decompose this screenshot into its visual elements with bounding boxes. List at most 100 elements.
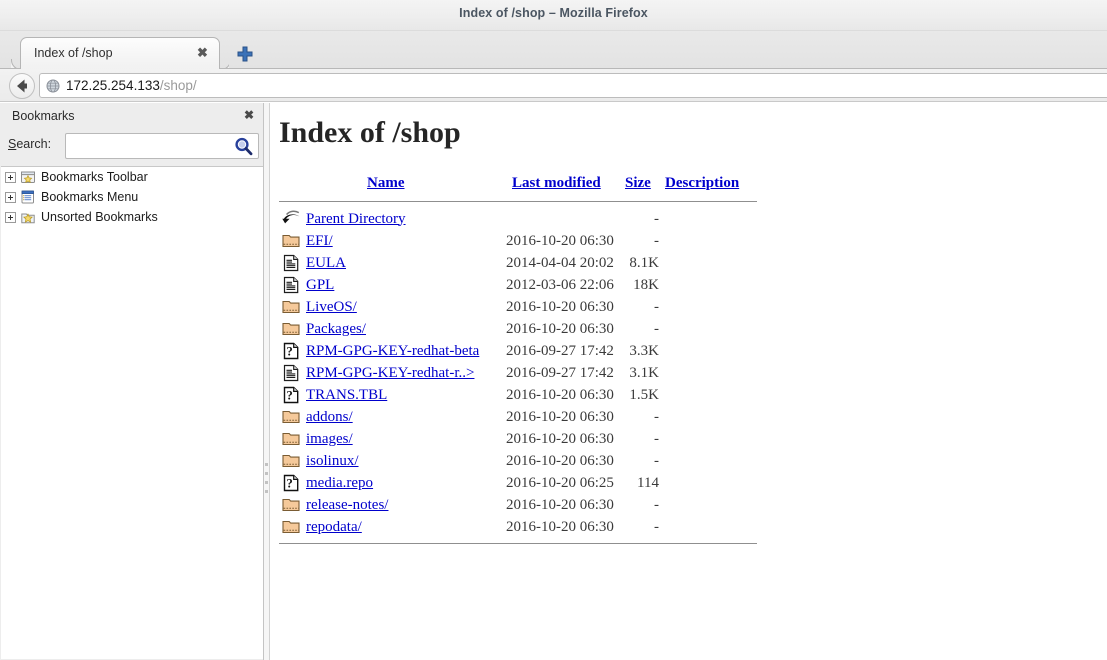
table-row: GPL 2012-03-06 22:06 18K	[279, 274, 757, 296]
folder-icon	[281, 231, 301, 251]
file-link[interactable]: images/	[306, 431, 353, 447]
row-name-cell: EFI/	[306, 230, 506, 252]
row-size-cell: 3.1K	[629, 364, 659, 381]
folder-icon	[281, 517, 301, 537]
navigation-toolbar: 172.25.254.133/shop/	[0, 69, 1107, 102]
table-row: Parent Directory -	[279, 208, 757, 230]
row-name-cell: EULA	[306, 252, 506, 274]
sidebar-item-bookmarks-toolbar[interactable]: Bookmarks Toolbar	[1, 167, 263, 187]
table-row: addons/2016-10-20 06:30 -	[279, 406, 757, 428]
folder-icon	[281, 407, 301, 427]
sort-by-size-link[interactable]: Size	[625, 175, 651, 191]
back-arrow-icon[interactable]	[9, 73, 35, 99]
title-bar: Index of /shop – Mozilla Firefox	[0, 0, 1107, 31]
row-size-cell: 3.3K	[629, 342, 659, 359]
table-header: Name Last modified Size Description	[279, 175, 757, 208]
bookmarks-tree[interactable]: Bookmarks Toolbar Bookmarks Menu Unsorte…	[1, 166, 263, 659]
file-link[interactable]: isolinux/	[306, 453, 359, 469]
row-size-cell: -	[654, 232, 659, 249]
sidebar-title: Bookmarks	[12, 109, 75, 123]
file-link[interactable]: EULA	[306, 255, 346, 271]
row-icon-cell	[279, 362, 306, 384]
row-description-cell	[665, 208, 757, 230]
row-name-cell: isolinux/	[306, 450, 506, 472]
browser-window: Index of /shop – Mozilla Firefox Index o…	[0, 0, 1107, 660]
sort-by-name-link[interactable]: Name	[367, 175, 405, 191]
table-row: release-notes/2016-10-20 06:30 -	[279, 494, 757, 516]
row-name-cell: media.repo	[306, 472, 506, 494]
url-bar[interactable]: 172.25.254.133/shop/	[39, 73, 1107, 98]
svg-text:?: ?	[286, 345, 292, 359]
file-link[interactable]: RPM-GPG-KEY-redhat-beta	[306, 343, 479, 359]
document-icon	[281, 253, 301, 273]
row-name-cell: images/	[306, 428, 506, 450]
file-link[interactable]: repodata/	[306, 519, 362, 535]
row-name-cell: RPM-GPG-KEY-redhat-beta	[306, 340, 506, 362]
footer-rule	[279, 538, 757, 550]
row-size-cell: 8.1K	[629, 254, 659, 271]
row-icon-cell: ?	[279, 472, 306, 494]
file-link[interactable]: release-notes/	[306, 497, 388, 513]
expand-plus-icon[interactable]	[5, 191, 16, 203]
row-size-cell: -	[654, 496, 659, 513]
sidebar-search-row: Search:	[0, 130, 264, 162]
row-icon-cell	[279, 208, 306, 230]
close-icon[interactable]: ✖	[195, 45, 210, 60]
file-link[interactable]: GPL	[306, 277, 334, 293]
row-modified-cell: 2016-10-20 06:25	[506, 474, 614, 491]
url-host: 172.25.254.133	[66, 78, 160, 93]
url-path: /shop/	[159, 78, 197, 93]
unknown-icon: ?	[281, 385, 301, 405]
column-header-last-modified: Last modified	[506, 175, 625, 196]
file-link[interactable]: Parent Directory	[306, 211, 406, 227]
sidebar-splitter[interactable]	[264, 103, 270, 660]
row-name-cell: Parent Directory	[306, 208, 506, 230]
search-field-wrapper[interactable]	[65, 133, 259, 159]
row-size-cell: -	[654, 408, 659, 425]
row-icon-cell	[279, 296, 306, 318]
table-row: images/2016-10-20 06:30 -	[279, 428, 757, 450]
row-icon-cell	[279, 318, 306, 340]
file-link[interactable]: Packages/	[306, 321, 366, 337]
magnifier-icon[interactable]	[233, 136, 254, 157]
row-icon-cell	[279, 494, 306, 516]
file-link[interactable]: LiveOS/	[306, 299, 357, 315]
sort-by-date-link[interactable]: Last modified	[512, 175, 601, 191]
expand-plus-icon[interactable]	[5, 171, 16, 183]
parent-directory-icon	[281, 209, 301, 229]
file-link[interactable]: TRANS.TBL	[306, 387, 387, 403]
sidebar-item-label: Bookmarks Toolbar	[41, 170, 148, 184]
table-row: ? RPM-GPG-KEY-redhat-beta 2016-09-27 17:42…	[279, 340, 757, 362]
expand-plus-icon[interactable]	[5, 211, 16, 223]
sort-by-description-link[interactable]: Description	[665, 175, 739, 191]
row-name-cell: TRANS.TBL	[306, 384, 506, 406]
row-name-cell: Packages/	[306, 318, 506, 340]
row-modified-cell: 2014-04-04 20:02	[506, 254, 614, 271]
sidebar-item-unsorted-bookmarks[interactable]: Unsorted Bookmarks	[1, 207, 263, 227]
file-link[interactable]: addons/	[306, 409, 353, 425]
file-link[interactable]: EFI/	[306, 233, 333, 249]
plus-icon[interactable]	[235, 44, 255, 64]
sidebar-header: Bookmarks ✖	[0, 103, 264, 128]
file-link[interactable]: media.repo	[306, 475, 373, 491]
row-modified-cell: 2016-10-20 06:30	[506, 386, 614, 403]
tab-index-of-shop[interactable]: Index of /shop ✖	[20, 37, 220, 70]
row-size-cell: -	[654, 298, 659, 315]
document-icon	[281, 363, 301, 383]
sidebar-item-label: Bookmarks Menu	[41, 190, 139, 204]
close-icon[interactable]: ✖	[241, 107, 257, 123]
sidebar-item-bookmarks-menu[interactable]: Bookmarks Menu	[1, 187, 263, 207]
row-size-cell: -	[654, 430, 659, 447]
row-size-cell: -	[654, 518, 659, 535]
search-input[interactable]	[70, 137, 230, 155]
row-modified-cell: 2016-10-20 06:30	[506, 298, 614, 315]
bookmarks-menu-icon	[20, 189, 36, 205]
row-description-cell	[665, 428, 757, 450]
row-modified-cell: 2016-10-20 06:30	[506, 452, 614, 469]
row-name-cell: release-notes/	[306, 494, 506, 516]
folder-icon	[281, 429, 301, 449]
unknown-icon: ?	[281, 473, 301, 493]
row-size-cell: 1.5K	[629, 386, 659, 403]
globe-icon	[46, 79, 60, 93]
file-link[interactable]: RPM-GPG-KEY-redhat-r..>	[306, 365, 474, 381]
